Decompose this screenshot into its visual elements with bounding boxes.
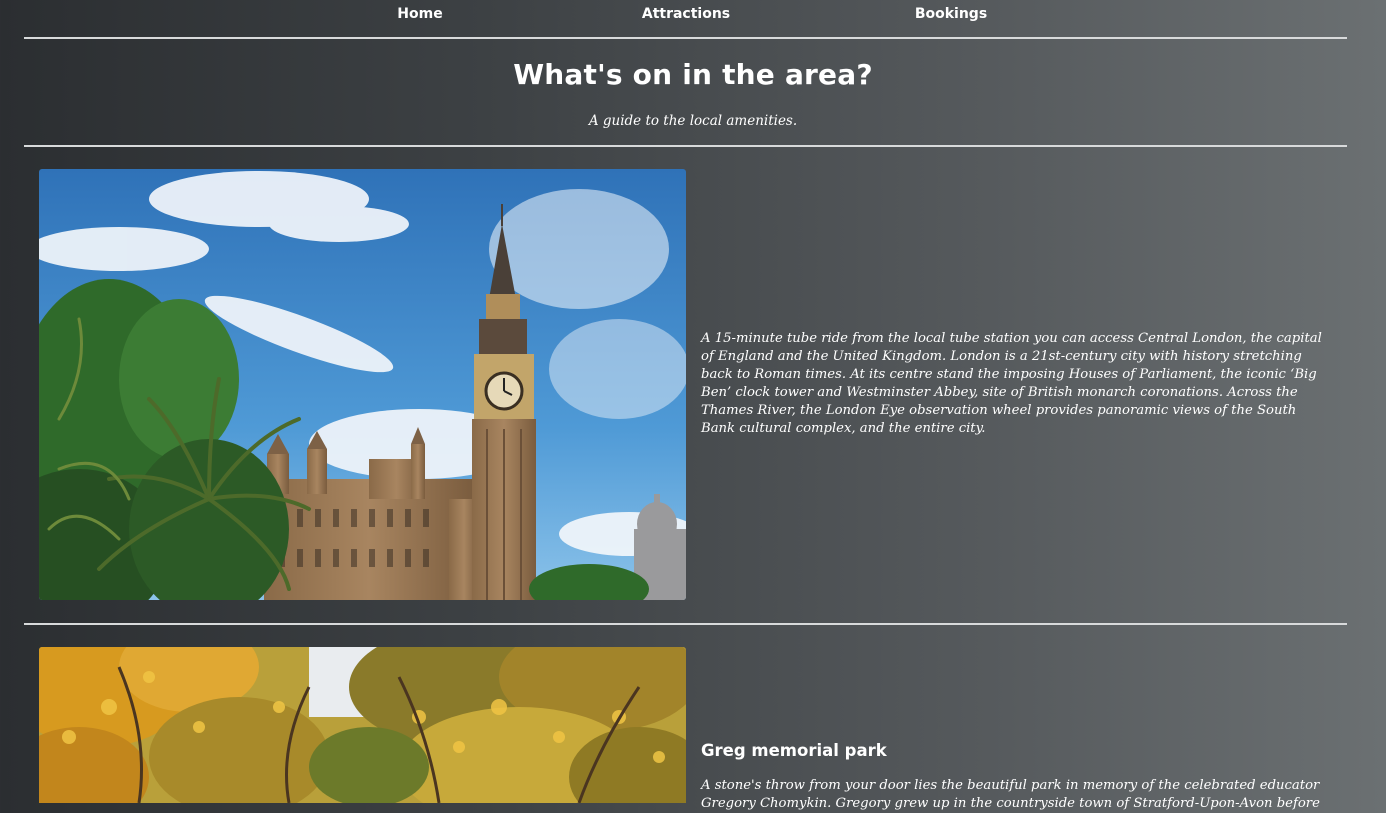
section-divider [24,623,1347,625]
london-description: A 15-minute tube ride from the local tub… [701,331,1322,437]
header-divider [24,145,1347,147]
big-ben-photo [39,169,686,600]
nav-attractions-link[interactable]: Attractions [642,6,730,22]
nav-home-link[interactable]: Home [397,6,442,22]
park-heading: Greg memorial park [701,741,887,760]
nav-bookings-link[interactable]: Bookings [915,6,987,22]
park-description: A stone's throw from your door lies the … [701,778,1320,812]
page-title: What's on in the area? [513,58,873,91]
park-photo [39,647,686,803]
page-subtitle: A guide to the local amenities. [588,113,798,129]
nav-divider [24,37,1347,39]
main-nav: Home Attractions Bookings [0,0,1386,30]
